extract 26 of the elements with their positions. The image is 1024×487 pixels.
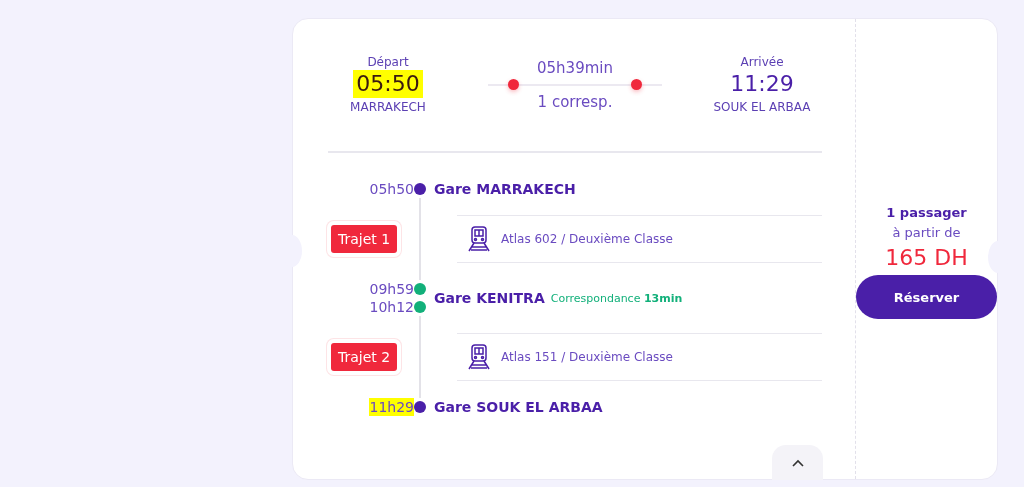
time-text: 05h50 — [369, 180, 414, 198]
train-icon — [467, 226, 491, 252]
station-name: Gare KENITRA — [434, 290, 545, 306]
train-info: Atlas 151 / Deuxième Classe — [501, 350, 673, 364]
chevron-up-icon — [791, 458, 804, 467]
label-text: Départ — [367, 54, 409, 70]
passenger-count: 1 passager — [886, 204, 967, 222]
time-text: 11h29 — [369, 398, 414, 416]
connection-text: Correspondance 13min — [550, 291, 683, 305]
time-text: 11:29 — [729, 70, 795, 98]
duration-text: 05h39min — [537, 59, 613, 77]
train-icon — [467, 344, 491, 370]
connections-text: 1 corresp. — [537, 93, 613, 111]
station-name: Gare SOUK EL ARBAA — [434, 399, 603, 415]
reserve-button[interactable]: Réserver — [856, 275, 997, 319]
station-name: Gare MARRAKECH — [434, 181, 576, 197]
time-text: 05:50 — [353, 70, 423, 98]
price-text: 165 DH — [885, 244, 968, 272]
station-name: MARRAKECH — [350, 99, 426, 116]
price-label: à partir de — [892, 224, 961, 242]
time-text: 09h59 — [369, 280, 414, 298]
collapse-button[interactable] — [772, 445, 823, 480]
train-info: Atlas 602 / Deuxième Classe — [501, 232, 673, 246]
time-text: 10h12 — [369, 298, 414, 316]
label-text: Arrivée — [740, 54, 784, 70]
station-name: SOUK EL ARBAA — [713, 99, 811, 116]
